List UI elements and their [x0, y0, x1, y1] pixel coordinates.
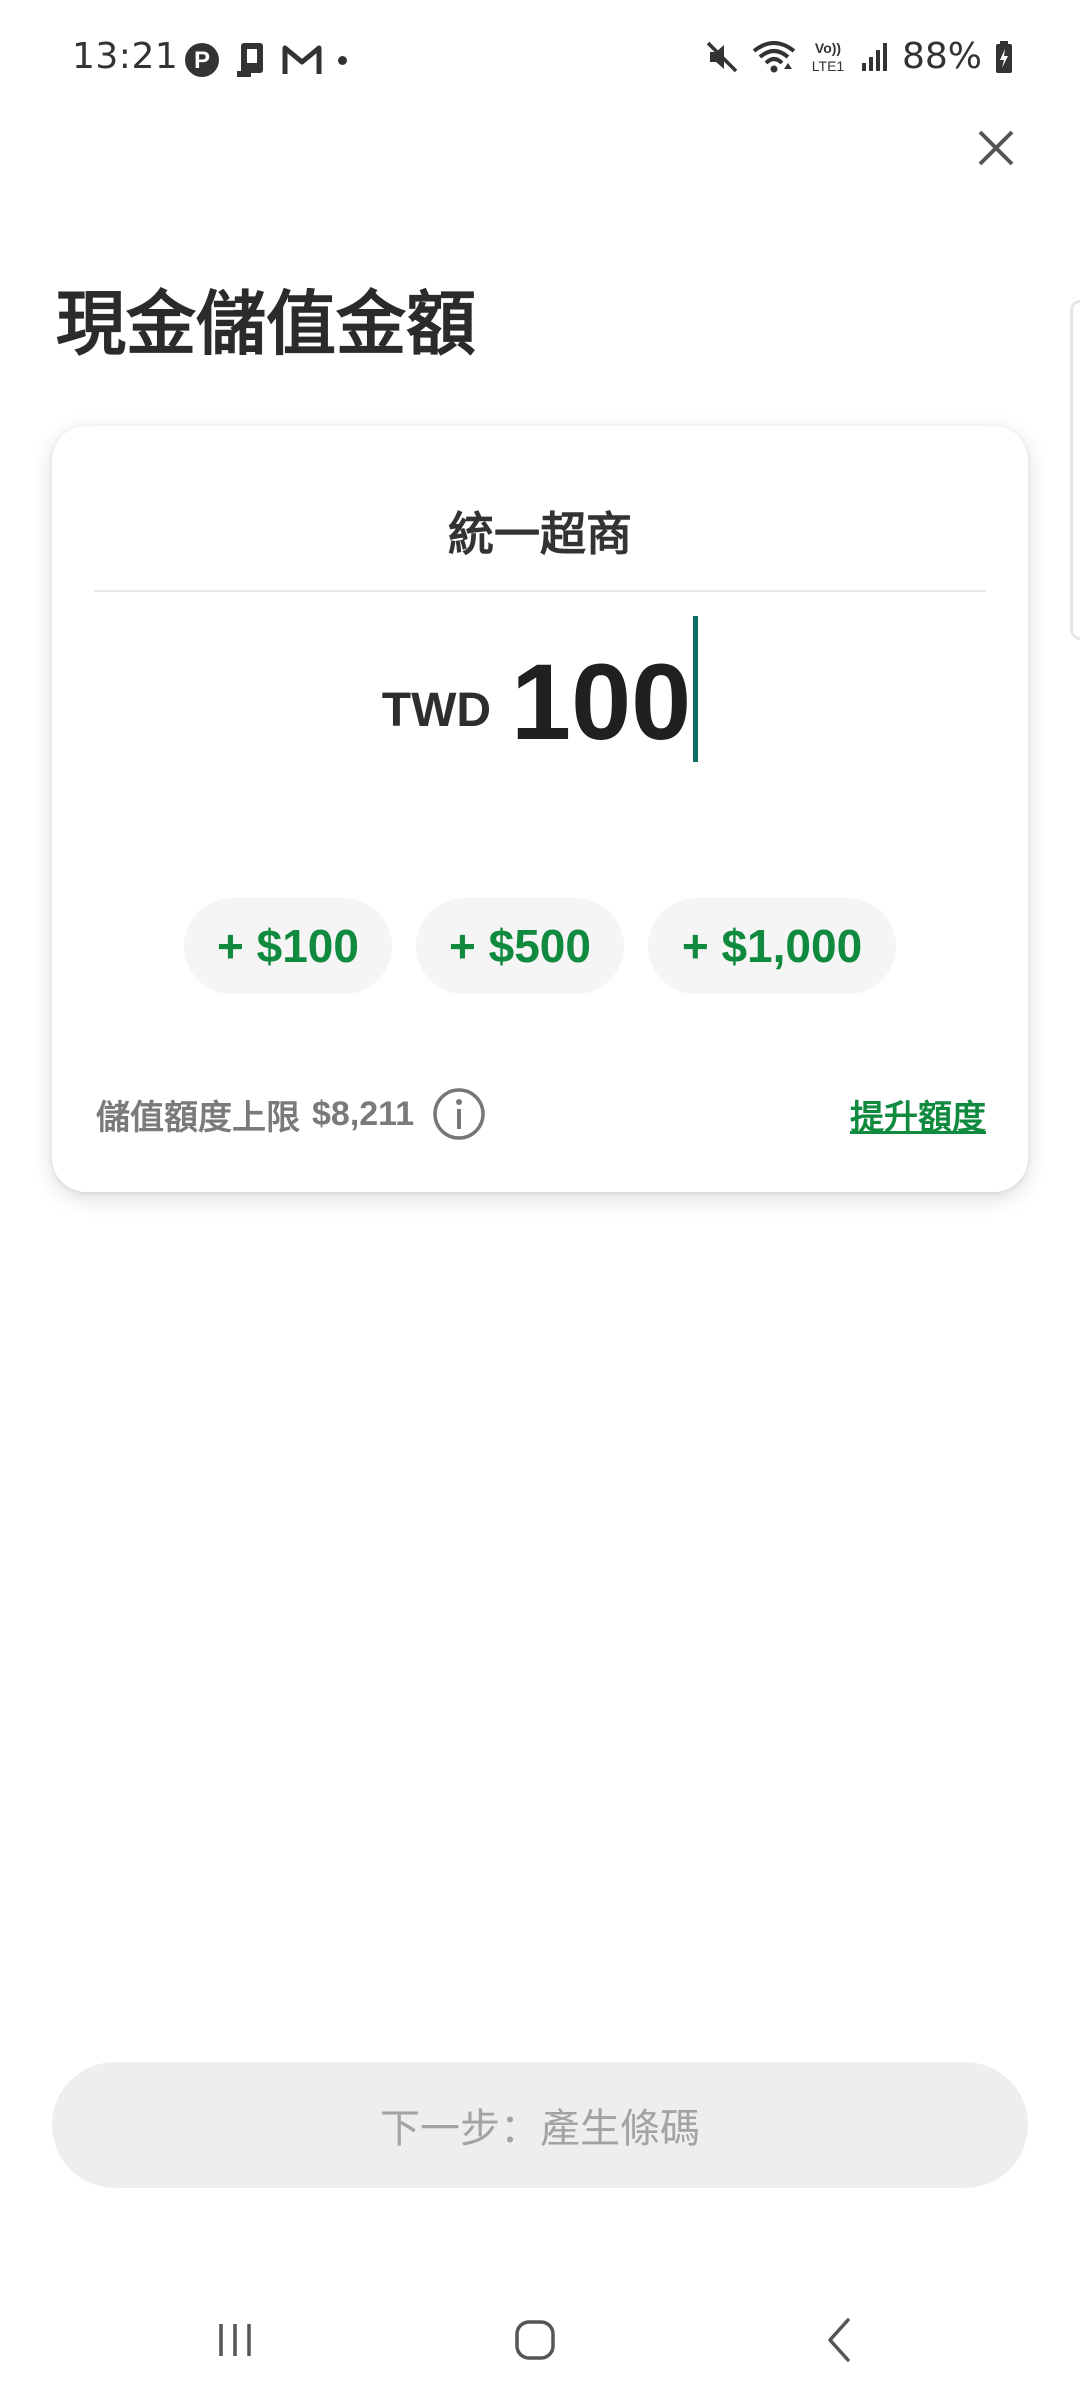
quick-add-chips: + $100 + $500 + $1,000: [52, 898, 1028, 994]
status-time: 13:21: [72, 36, 179, 77]
amount-field[interactable]: TWD 100: [52, 616, 1028, 762]
battery-percentage: 88%: [901, 36, 982, 77]
add-1000-button[interactable]: + $1,000: [648, 898, 896, 994]
limit-value: $8,211: [312, 1094, 415, 1133]
edge-panel-handle[interactable]: [1070, 300, 1080, 640]
recent-apps-icon: [219, 2324, 251, 2356]
battery-icon: [994, 37, 1014, 77]
system-icons: Vo)) LTE1 88%: [704, 36, 1014, 77]
volte-icon: Vo)) LTE1: [808, 37, 848, 77]
device-icon: [232, 40, 272, 80]
limit-label: 儲值額度上限: [96, 1097, 300, 1138]
text-cursor: [693, 616, 699, 762]
back-button[interactable]: [800, 2310, 880, 2370]
navigation-bar: [0, 2280, 1080, 2400]
store-name: 統一超商: [448, 507, 632, 561]
recent-apps-button[interactable]: [195, 2310, 275, 2370]
status-bar: 13:21 P Vo)) LTE1 88%: [0, 0, 1080, 120]
more-notifications-dot: [338, 55, 347, 65]
back-icon: [828, 2318, 850, 2362]
mail-icon: [282, 40, 322, 80]
parking-icon: P: [182, 40, 222, 80]
notification-icons: P: [182, 40, 347, 80]
home-button[interactable]: [495, 2310, 575, 2370]
info-icon[interactable]: [432, 1087, 486, 1141]
signal-icon: [860, 37, 890, 77]
add-500-button[interactable]: + $500: [416, 898, 624, 994]
limit-row: 儲值額度上限 $8,211 提升額度: [96, 1084, 986, 1144]
wifi-icon: [752, 37, 796, 77]
next-generate-barcode-button[interactable]: 下一步：產生條碼: [52, 2062, 1028, 2188]
divider: [94, 590, 986, 592]
home-icon: [515, 2320, 555, 2360]
top-up-card: 統一超商 TWD 100 + $100 + $500 + $1,000 儲值額度…: [52, 426, 1028, 1192]
add-100-button[interactable]: + $100: [184, 898, 392, 994]
close-button[interactable]: [968, 120, 1024, 176]
svg-text:Vo)): Vo)): [815, 40, 841, 56]
currency-label: TWD: [381, 684, 492, 737]
upgrade-limit-link[interactable]: 提升額度: [850, 1090, 986, 1139]
close-icon: [978, 130, 1014, 166]
svg-text:P: P: [194, 47, 210, 74]
amount-input[interactable]: 100: [511, 648, 691, 756]
mute-icon: [704, 37, 740, 77]
page-title: 現金儲值金額: [56, 283, 476, 365]
svg-text:LTE1: LTE1: [812, 58, 845, 74]
